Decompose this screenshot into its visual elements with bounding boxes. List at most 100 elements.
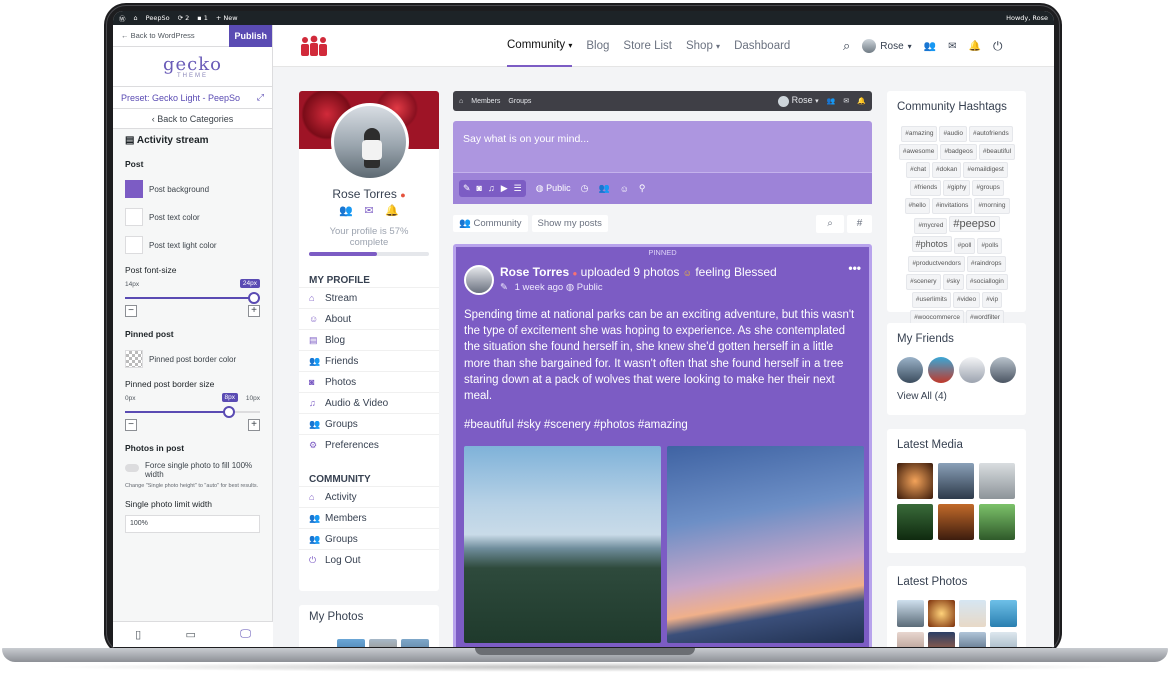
hashtag-chip[interactable]: #productvendors [908, 256, 965, 272]
hashtag-chip[interactable]: #awesome [898, 144, 939, 160]
hashtag-chip[interactable]: #userlimits [911, 292, 951, 308]
menu-item-groups[interactable]: 👥 Groups [299, 413, 439, 434]
photo-thumb[interactable] [337, 639, 365, 647]
photo-thumb[interactable] [959, 600, 986, 627]
video-icon[interactable]: ▶ [501, 183, 508, 194]
hashtag-chip[interactable]: #peepso [949, 216, 1000, 232]
photo-thumb[interactable] [959, 632, 986, 647]
single-limit-input[interactable]: 100% [125, 515, 260, 533]
messages-icon[interactable]: ✉ [843, 97, 849, 105]
topbar-user[interactable]: Rose ▾ [778, 95, 819, 107]
pinned-border-color-swatch[interactable] [125, 350, 143, 368]
media-thumb[interactable] [979, 504, 1015, 540]
border-size-slider[interactable]: 0px 8px 10px − + [125, 389, 260, 431]
post-photo[interactable] [464, 446, 661, 643]
border-size-handle[interactable] [223, 406, 236, 418]
friend-avatar[interactable] [959, 357, 985, 383]
hashtag-chip[interactable]: #audio [939, 126, 967, 142]
hashtag-chip[interactable]: #beautiful [978, 144, 1016, 160]
photo-thumb[interactable] [928, 632, 955, 647]
media-thumb[interactable] [938, 504, 974, 540]
stream-search[interactable]: ⌕ [816, 215, 844, 233]
search-icon[interactable]: ⌕ [843, 38, 850, 54]
privacy-selector[interactable]: ◍ Public [536, 183, 571, 194]
group-icon[interactable]: 👥 [598, 183, 609, 194]
photo-thumb[interactable] [928, 600, 955, 627]
profile-name[interactable]: Rose Torres ● [299, 187, 439, 201]
desktop-icon[interactable]: 🖵 [240, 628, 251, 641]
font-size-handle[interactable] [248, 292, 260, 304]
menu-item-stream[interactable]: ⌂ Stream [299, 287, 439, 308]
list-icon[interactable]: ☰ [514, 183, 522, 194]
post-text-color-control[interactable]: Post text color [113, 203, 272, 231]
edit-icon[interactable]: ✎ [463, 183, 471, 194]
post-privacy[interactable]: Public [577, 282, 603, 293]
menu-item-audio-video[interactable]: ♫ Audio & Video [299, 392, 439, 413]
view-all-friends[interactable]: View All (4) [897, 391, 947, 402]
nav-store-list[interactable]: Store List [623, 40, 672, 52]
messages-icon[interactable]: ✉ [948, 41, 956, 52]
hashtag-chip[interactable]: #raindrops [966, 256, 1006, 272]
preset-selector[interactable]: Preset: Gecko Light - PeepSo ⤢ [113, 87, 272, 109]
force-single-control[interactable]: Force single photo to fill 100% width [113, 459, 272, 479]
friends-icon[interactable]: 👥 [827, 97, 836, 105]
hashtag-chip[interactable]: #invitations [931, 198, 973, 214]
notifications-icon[interactable]: 🔔 [385, 204, 399, 217]
hashtag-chip[interactable]: #badgeos [940, 144, 977, 160]
photo-thumb[interactable] [897, 600, 924, 627]
menu-item-groups[interactable]: 👥 Groups [299, 528, 439, 549]
hashtag-chip[interactable]: #poll [953, 238, 976, 254]
hashtag-chip[interactable]: #autofriends [968, 126, 1013, 142]
photo-thumb[interactable] [401, 639, 429, 647]
hashtag-chip[interactable]: #groups [972, 180, 1004, 196]
topbar-members[interactable]: Members [471, 98, 500, 105]
hashtag-chip[interactable]: #mycred [914, 218, 948, 234]
post-options-icon[interactable]: ••• [848, 261, 861, 275]
friends-icon[interactable]: 👥 [339, 204, 353, 217]
media-thumb[interactable] [979, 463, 1015, 499]
edit-icon[interactable]: ✎ [500, 282, 508, 293]
font-size-slider[interactable]: 14px 24px − + [125, 275, 260, 317]
music-icon[interactable]: ♫ [488, 183, 495, 194]
menu-item-activity[interactable]: ⌂ Activity [299, 486, 439, 507]
profile-avatar[interactable] [331, 103, 409, 181]
hashtag-chip[interactable]: #friends [910, 180, 942, 196]
friend-avatar[interactable] [928, 357, 954, 383]
mobile-icon[interactable]: ▯ [135, 628, 141, 641]
peepso-logo-icon[interactable] [299, 35, 329, 57]
hashtag-chip[interactable]: #sociallogin [965, 274, 1008, 290]
photo-thumb[interactable] [990, 632, 1017, 647]
messages-icon[interactable]: ✉ [364, 204, 373, 217]
menu-item-log-out[interactable]: ⏻ Log Out [299, 549, 439, 570]
nav-community[interactable]: Community ▾ [507, 25, 573, 67]
camera-icon[interactable]: ◙ [477, 183, 482, 194]
post-text-light-color-control[interactable]: Post text light color [113, 231, 272, 259]
comments-icon[interactable]: ▪ 1 [197, 14, 208, 22]
location-icon[interactable]: ⚲ [639, 183, 646, 194]
post-time[interactable]: 1 week ago [515, 282, 564, 293]
hashtag-chip[interactable]: #dokan [932, 162, 962, 178]
howdy-user[interactable]: Howdy, Rose [1006, 14, 1048, 22]
updates-icon[interactable]: ⟳ 2 [178, 14, 190, 22]
photo-thumb[interactable] [369, 639, 397, 647]
hashtag-chip[interactable]: #polls [977, 238, 1003, 254]
home-icon[interactable]: ⌂ [459, 98, 463, 105]
menu-item-photos[interactable]: ◙ Photos [299, 371, 439, 392]
border-size-increase[interactable]: + [248, 419, 260, 431]
media-thumb[interactable] [897, 504, 933, 540]
tablet-icon[interactable]: ▭ [186, 628, 196, 641]
notifications-icon[interactable]: 🔔 [969, 41, 981, 52]
nav-dashboard[interactable]: Dashboard [734, 40, 790, 52]
post-background-control[interactable]: Post background [113, 175, 272, 203]
hashtag-chip[interactable]: #sky [942, 274, 964, 290]
hashtag-chip[interactable]: #giphy [943, 180, 971, 196]
nav-blog[interactable]: Blog [586, 40, 609, 52]
stream-hashtag-filter[interactable]: # [847, 215, 872, 233]
post-photo[interactable] [667, 446, 864, 643]
media-thumb[interactable] [938, 463, 974, 499]
tab-community[interactable]: 👥 Community [453, 215, 528, 232]
menu-item-members[interactable]: 👥 Members [299, 507, 439, 528]
post-author[interactable]: Rose Torres [500, 265, 569, 279]
media-thumb[interactable] [897, 463, 933, 499]
composer-input[interactable]: Say what is on your mind... [463, 133, 589, 145]
